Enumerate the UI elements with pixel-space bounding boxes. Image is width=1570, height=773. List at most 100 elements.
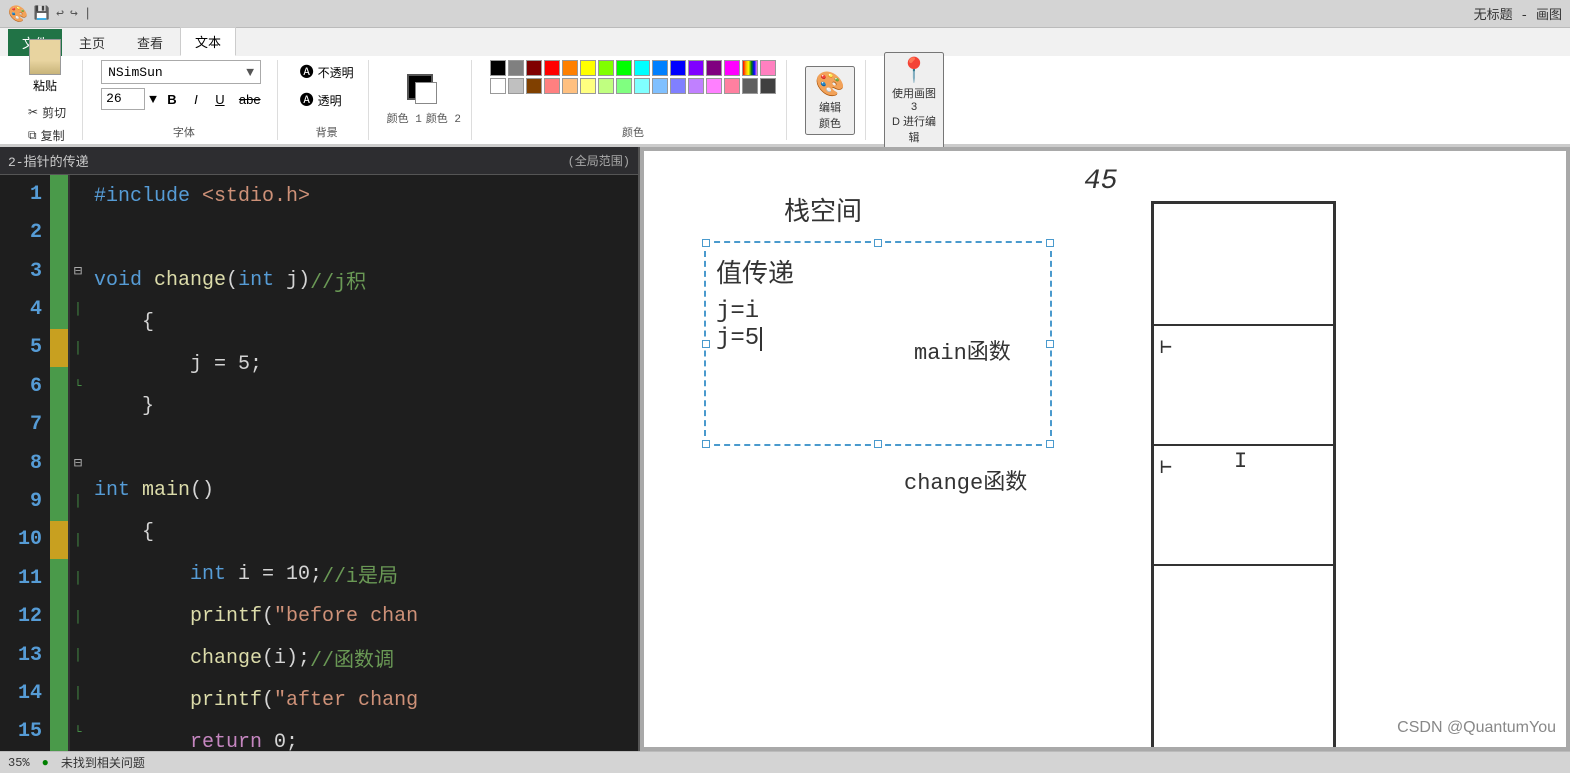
font-size-arrow[interactable]: ▼: [149, 92, 157, 107]
color-swatch-group: 颜色 1 颜色 2: [377, 60, 472, 140]
swatch-lime[interactable]: [598, 78, 614, 94]
clipboard-content: 粘贴: [21, 35, 69, 98]
swatch-light-pink[interactable]: [724, 78, 740, 94]
swatch-orange[interactable]: [562, 60, 578, 76]
swatch-peach[interactable]: [562, 78, 578, 94]
font-selector: NSimSun ▼ 26 ▼ B I U abe: [101, 60, 267, 110]
window-title: 无标题 - 画图: [1474, 4, 1562, 23]
code-lines[interactable]: #include <stdio.h> void change ( int j) …: [86, 175, 638, 751]
swatch-green[interactable]: [616, 60, 632, 76]
swatch-cornflower[interactable]: [652, 78, 668, 94]
underline-button[interactable]: U: [209, 90, 231, 109]
font-dropdown-arrow[interactable]: ▼: [246, 65, 254, 80]
swatch-green-light[interactable]: [598, 60, 614, 76]
swatch-rainbow[interactable]: [742, 60, 758, 76]
font-name-box[interactable]: NSimSun ▼: [101, 60, 261, 84]
code-title: 2-指针的传递: [8, 151, 89, 170]
tab-text[interactable]: 文本: [180, 27, 236, 56]
title-bar-left: 🎨 💾 ↩ ↪ |: [8, 4, 1466, 24]
swatch-lavender[interactable]: [670, 78, 686, 94]
swatch-gray-light[interactable]: [508, 78, 524, 94]
separator-icon: |: [84, 6, 92, 21]
ln-2: 2: [0, 213, 50, 251]
cc-3[interactable]: ⊟: [70, 252, 86, 290]
cc-12: │: [70, 597, 86, 635]
handle-bl[interactable]: [702, 440, 710, 448]
tab-home[interactable]: 主页: [64, 28, 120, 56]
code-line-14: return 0;: [94, 721, 638, 751]
status-icon: ●: [42, 756, 49, 770]
ln-13: 13: [0, 636, 50, 674]
swatch-black[interactable]: [490, 60, 506, 76]
swatch-violet[interactable]: [688, 78, 704, 94]
swatch-teal[interactable]: [634, 60, 650, 76]
paste-button[interactable]: 粘贴: [21, 35, 69, 98]
ln-6: 6: [0, 367, 50, 405]
cc-8[interactable]: ⊟: [70, 444, 86, 482]
handle-bm[interactable]: [874, 440, 882, 448]
num-label: 45: [1084, 166, 1118, 197]
swatch-white[interactable]: [490, 78, 506, 94]
swatch-blue-light[interactable]: [652, 60, 668, 76]
color-row-2: [490, 78, 776, 94]
paint-area[interactable]: 栈空间 45 值传递 j=i: [640, 147, 1570, 751]
swatch-pink[interactable]: [724, 60, 740, 76]
gutter-15: [50, 713, 70, 751]
ln-10: 10: [0, 521, 50, 559]
swatch-sky[interactable]: [634, 78, 650, 94]
tab-view[interactable]: 查看: [122, 28, 178, 56]
ln-1: 1: [0, 175, 50, 213]
undo-icon[interactable]: ↩: [56, 6, 64, 21]
handle-tl[interactable]: [702, 239, 710, 247]
save-icon[interactable]: 💾: [34, 6, 50, 21]
swatch-extra[interactable]: [760, 60, 776, 76]
status-text: 未找到相关问题: [61, 754, 145, 771]
ribbon-content: 粘贴 ✂ 剪切 ⧉ 复制 剪贴板 NSimSun ▼: [0, 56, 1570, 146]
gutter-11: [50, 559, 70, 597]
code-line-7: [94, 427, 638, 469]
handle-tr[interactable]: [1046, 239, 1054, 247]
swatch-brown[interactable]: [526, 78, 542, 94]
bold-button[interactable]: B: [161, 90, 183, 109]
italic-button[interactable]: I: [185, 90, 207, 109]
swatch-red[interactable]: [544, 60, 560, 76]
quick-access-icons: 💾 ↩ ↪ |: [34, 6, 92, 21]
cut-button[interactable]: ✂ 剪切: [22, 102, 72, 123]
ln-15: 15: [0, 713, 50, 751]
swatch-dark-gray[interactable]: [760, 78, 776, 94]
handle-mr[interactable]: [1046, 340, 1054, 348]
gutter: [50, 175, 70, 751]
transparent-btn[interactable]: 🅐 透明: [296, 88, 358, 112]
swatch-purple-dark[interactable]: [706, 60, 722, 76]
cc-10: │: [70, 521, 86, 559]
font-size-box[interactable]: 26: [101, 88, 145, 110]
swatch-gray-dark[interactable]: [508, 60, 524, 76]
swatch-gray2[interactable]: [742, 78, 758, 94]
redo-icon[interactable]: ↪: [70, 6, 78, 21]
swatch-mint[interactable]: [616, 78, 632, 94]
ln-8: 8: [0, 444, 50, 482]
swatch-blue[interactable]: [670, 60, 686, 76]
opaque-btn[interactable]: 🅐 不透明: [296, 60, 358, 84]
gutter-2: [50, 213, 70, 251]
handle-tm[interactable]: [874, 239, 882, 247]
edit-colors-button[interactable]: 🎨 编辑 颜色: [805, 66, 855, 135]
code-content[interactable]: 1 2 3 4 5 6 7 8 9 10 11 12 13 14 15: [0, 175, 638, 751]
paint-canvas[interactable]: 栈空间 45 值传递 j=i: [644, 151, 1566, 747]
copy-button[interactable]: ⧉ 复制: [22, 125, 72, 146]
swatch-yellow[interactable]: [580, 60, 596, 76]
cursor-caret: [760, 327, 762, 351]
swatch-rose[interactable]: [706, 78, 722, 94]
swatch-red-dark[interactable]: [526, 60, 542, 76]
code-line-3: void change ( int j) //j积: [94, 259, 638, 301]
3d-edit-group: 📍 使用画图 3 D 进行编辑: [874, 60, 954, 140]
swatch-salmon[interactable]: [544, 78, 560, 94]
handle-ml[interactable]: [702, 340, 710, 348]
handle-br[interactable]: [1046, 440, 1054, 448]
use-3d-button[interactable]: 📍 使用画图 3 D 进行编辑: [884, 52, 944, 149]
background-group: 🅐 不透明 🅐 透明 背景: [286, 60, 369, 140]
swatch-khaki[interactable]: [580, 78, 596, 94]
swatch-purple[interactable]: [688, 60, 704, 76]
color2-swatch[interactable]: [415, 82, 437, 104]
strikethrough-button[interactable]: abe: [233, 90, 267, 109]
